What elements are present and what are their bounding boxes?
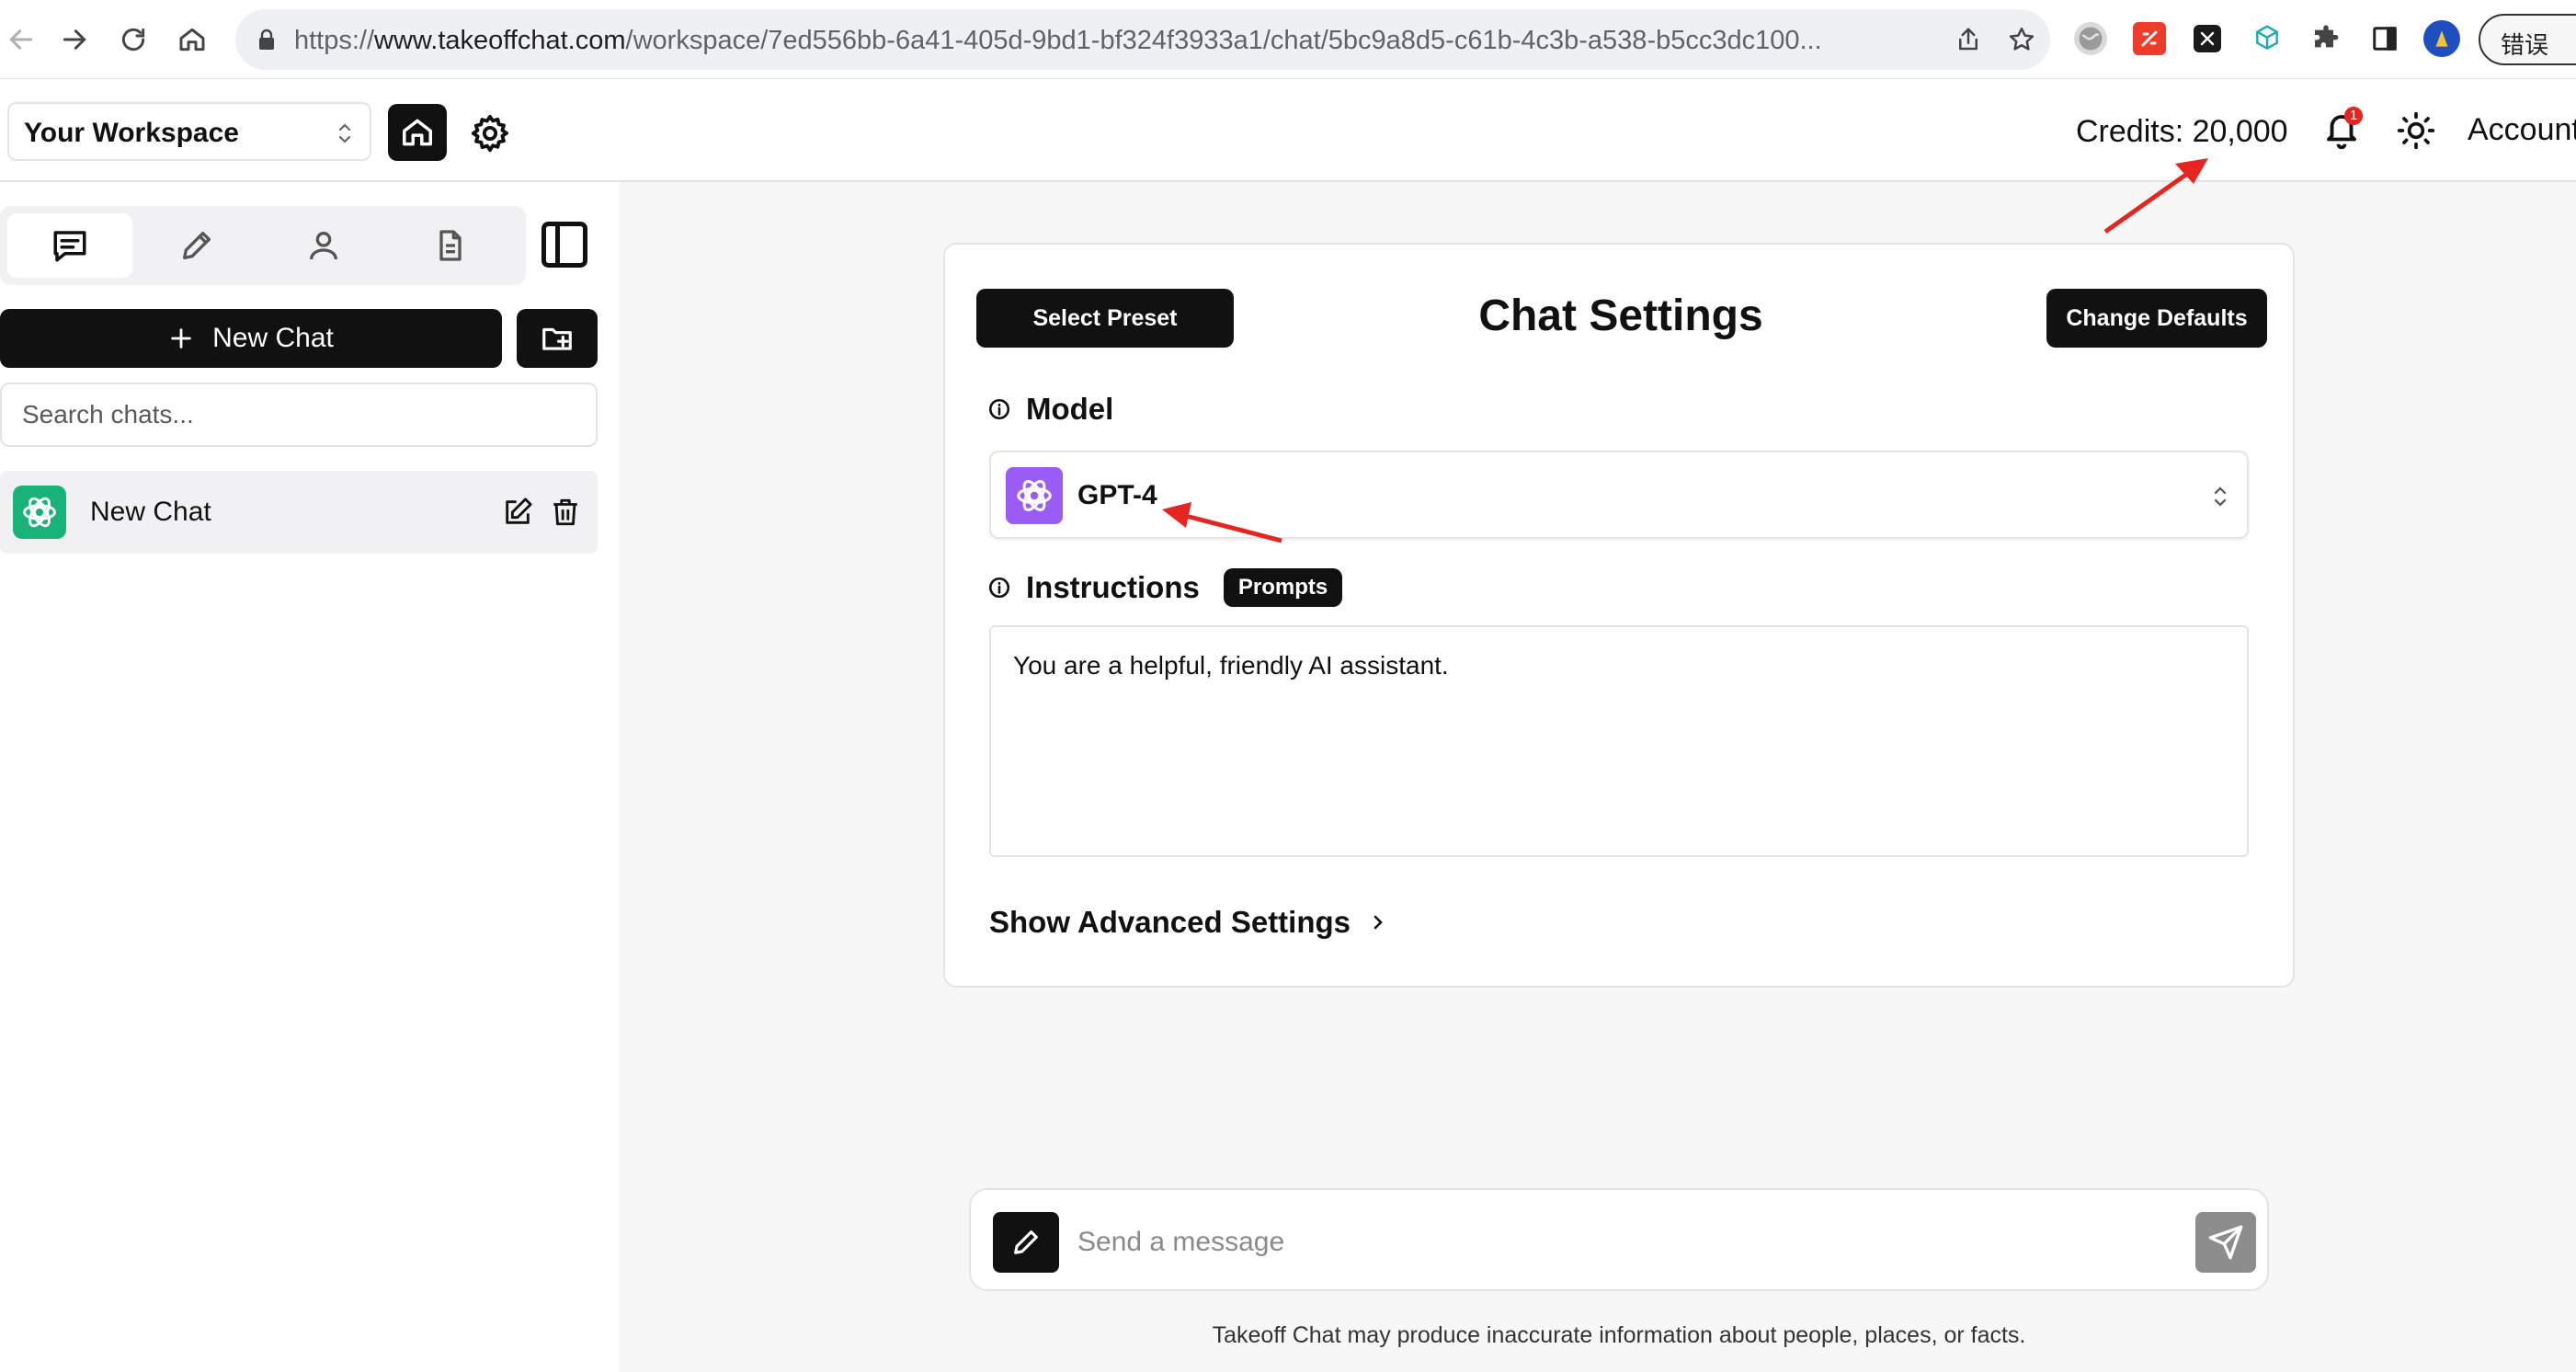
main-content: Select Preset Chat Settings Change Defau… [620, 182, 2576, 1372]
tab-files[interactable] [388, 213, 513, 278]
address-bar[interactable]: https://www.takeoffchat.com/workspace/7e… [235, 9, 2050, 70]
new-chat-label: New Chat [212, 323, 334, 353]
plus-icon [171, 328, 191, 349]
chat-settings-card: Select Preset Chat Settings Change Defau… [943, 243, 2295, 988]
pdf-extension-icon[interactable] [2133, 22, 2166, 55]
model-select[interactable]: GPT-4 [989, 451, 2249, 539]
tab-prompts[interactable] [134, 213, 259, 278]
app-header: Your Workspace Credits: 20,000 1 Account [0, 79, 2576, 182]
openai-logo-icon [1006, 467, 1063, 524]
workspace-name: Your Workspace [24, 118, 239, 148]
x-extension-icon[interactable] [2194, 25, 2221, 52]
message-composer [969, 1188, 2269, 1291]
profile-avatar-icon[interactable] [2423, 20, 2460, 57]
chevron-right-icon [1373, 915, 1383, 930]
chat-icon [53, 231, 86, 262]
browser-toolbar: https://www.takeoffchat.com/workspace/7e… [0, 0, 2576, 79]
sidebar-tab-strip [0, 206, 526, 285]
send-icon [2208, 1225, 2243, 1260]
prompt-picker-button[interactable] [993, 1212, 1059, 1273]
pencil-icon [183, 232, 211, 259]
workspace-select[interactable]: Your Workspace [7, 102, 371, 161]
chat-title: New Chat [90, 497, 211, 527]
user-icon [310, 231, 337, 260]
settings-gear-icon[interactable] [469, 112, 511, 154]
disclaimer-text: Takeoff Chat may produce inaccurate info… [1212, 1322, 2026, 1348]
document-icon [439, 230, 462, 261]
folder-plus-icon [542, 327, 572, 350]
edit-chat-icon[interactable] [502, 497, 533, 528]
sidebar-toggle-icon[interactable] [537, 217, 592, 272]
pencil-icon [1014, 1230, 1038, 1254]
notification-count-badge: 1 [2344, 107, 2363, 125]
info-icon[interactable] [987, 576, 1011, 600]
home-page-icon[interactable] [171, 18, 213, 61]
bookmark-star-icon[interactable] [2008, 26, 2035, 53]
error-pill[interactable]: 错误 [2479, 14, 2576, 65]
new-folder-button[interactable] [517, 309, 598, 368]
chat-list-item[interactable]: New Chat [0, 471, 598, 554]
forward-icon[interactable] [53, 18, 96, 61]
puzzle-extensions-icon[interactable] [2309, 22, 2342, 55]
back-icon[interactable] [0, 18, 42, 61]
model-section-label: Model [987, 392, 1113, 427]
share-icon[interactable] [1955, 26, 1982, 53]
instructions-textarea[interactable]: You are a helpful, friendly AI assistant… [989, 625, 2249, 857]
url-text: https://www.takeoffchat.com/workspace/7e… [294, 27, 1822, 54]
info-icon[interactable] [987, 397, 1011, 421]
reload-icon[interactable] [112, 18, 154, 61]
credits-balance: Credits: 20,000 [2076, 114, 2288, 149]
lock-icon [259, 29, 274, 50]
search-chats-input[interactable] [0, 383, 598, 447]
tab-assistants[interactable] [261, 213, 386, 278]
delete-chat-icon[interactable] [550, 497, 581, 528]
change-defaults-button[interactable]: Change Defaults [2046, 289, 2267, 348]
openai-logo-icon [13, 486, 66, 539]
instructions-section-label: Instructions Prompts [987, 568, 1343, 607]
send-button[interactable] [2195, 1212, 2256, 1273]
sidebar: New Chat New Chat [0, 182, 620, 1372]
theme-toggle-sun-icon[interactable] [2396, 110, 2436, 151]
globe-extension-icon[interactable] [2074, 22, 2107, 55]
new-chat-button[interactable]: New Chat [0, 309, 502, 368]
tab-chats[interactable] [7, 213, 132, 278]
ai-extension-icon[interactable] [2251, 22, 2284, 55]
prompts-badge[interactable]: Prompts [1223, 568, 1343, 607]
home-button[interactable] [388, 104, 447, 161]
home-icon [403, 119, 432, 146]
show-advanced-settings-toggle[interactable]: Show Advanced Settings [989, 905, 1385, 940]
chevron-up-down-icon [338, 123, 351, 143]
message-input[interactable] [1077, 1212, 2135, 1273]
model-name: GPT-4 [1077, 480, 1157, 510]
account-link[interactable]: Account [2468, 112, 2576, 148]
side-panel-icon[interactable] [2368, 22, 2401, 55]
chevron-up-down-icon [2214, 486, 2227, 507]
